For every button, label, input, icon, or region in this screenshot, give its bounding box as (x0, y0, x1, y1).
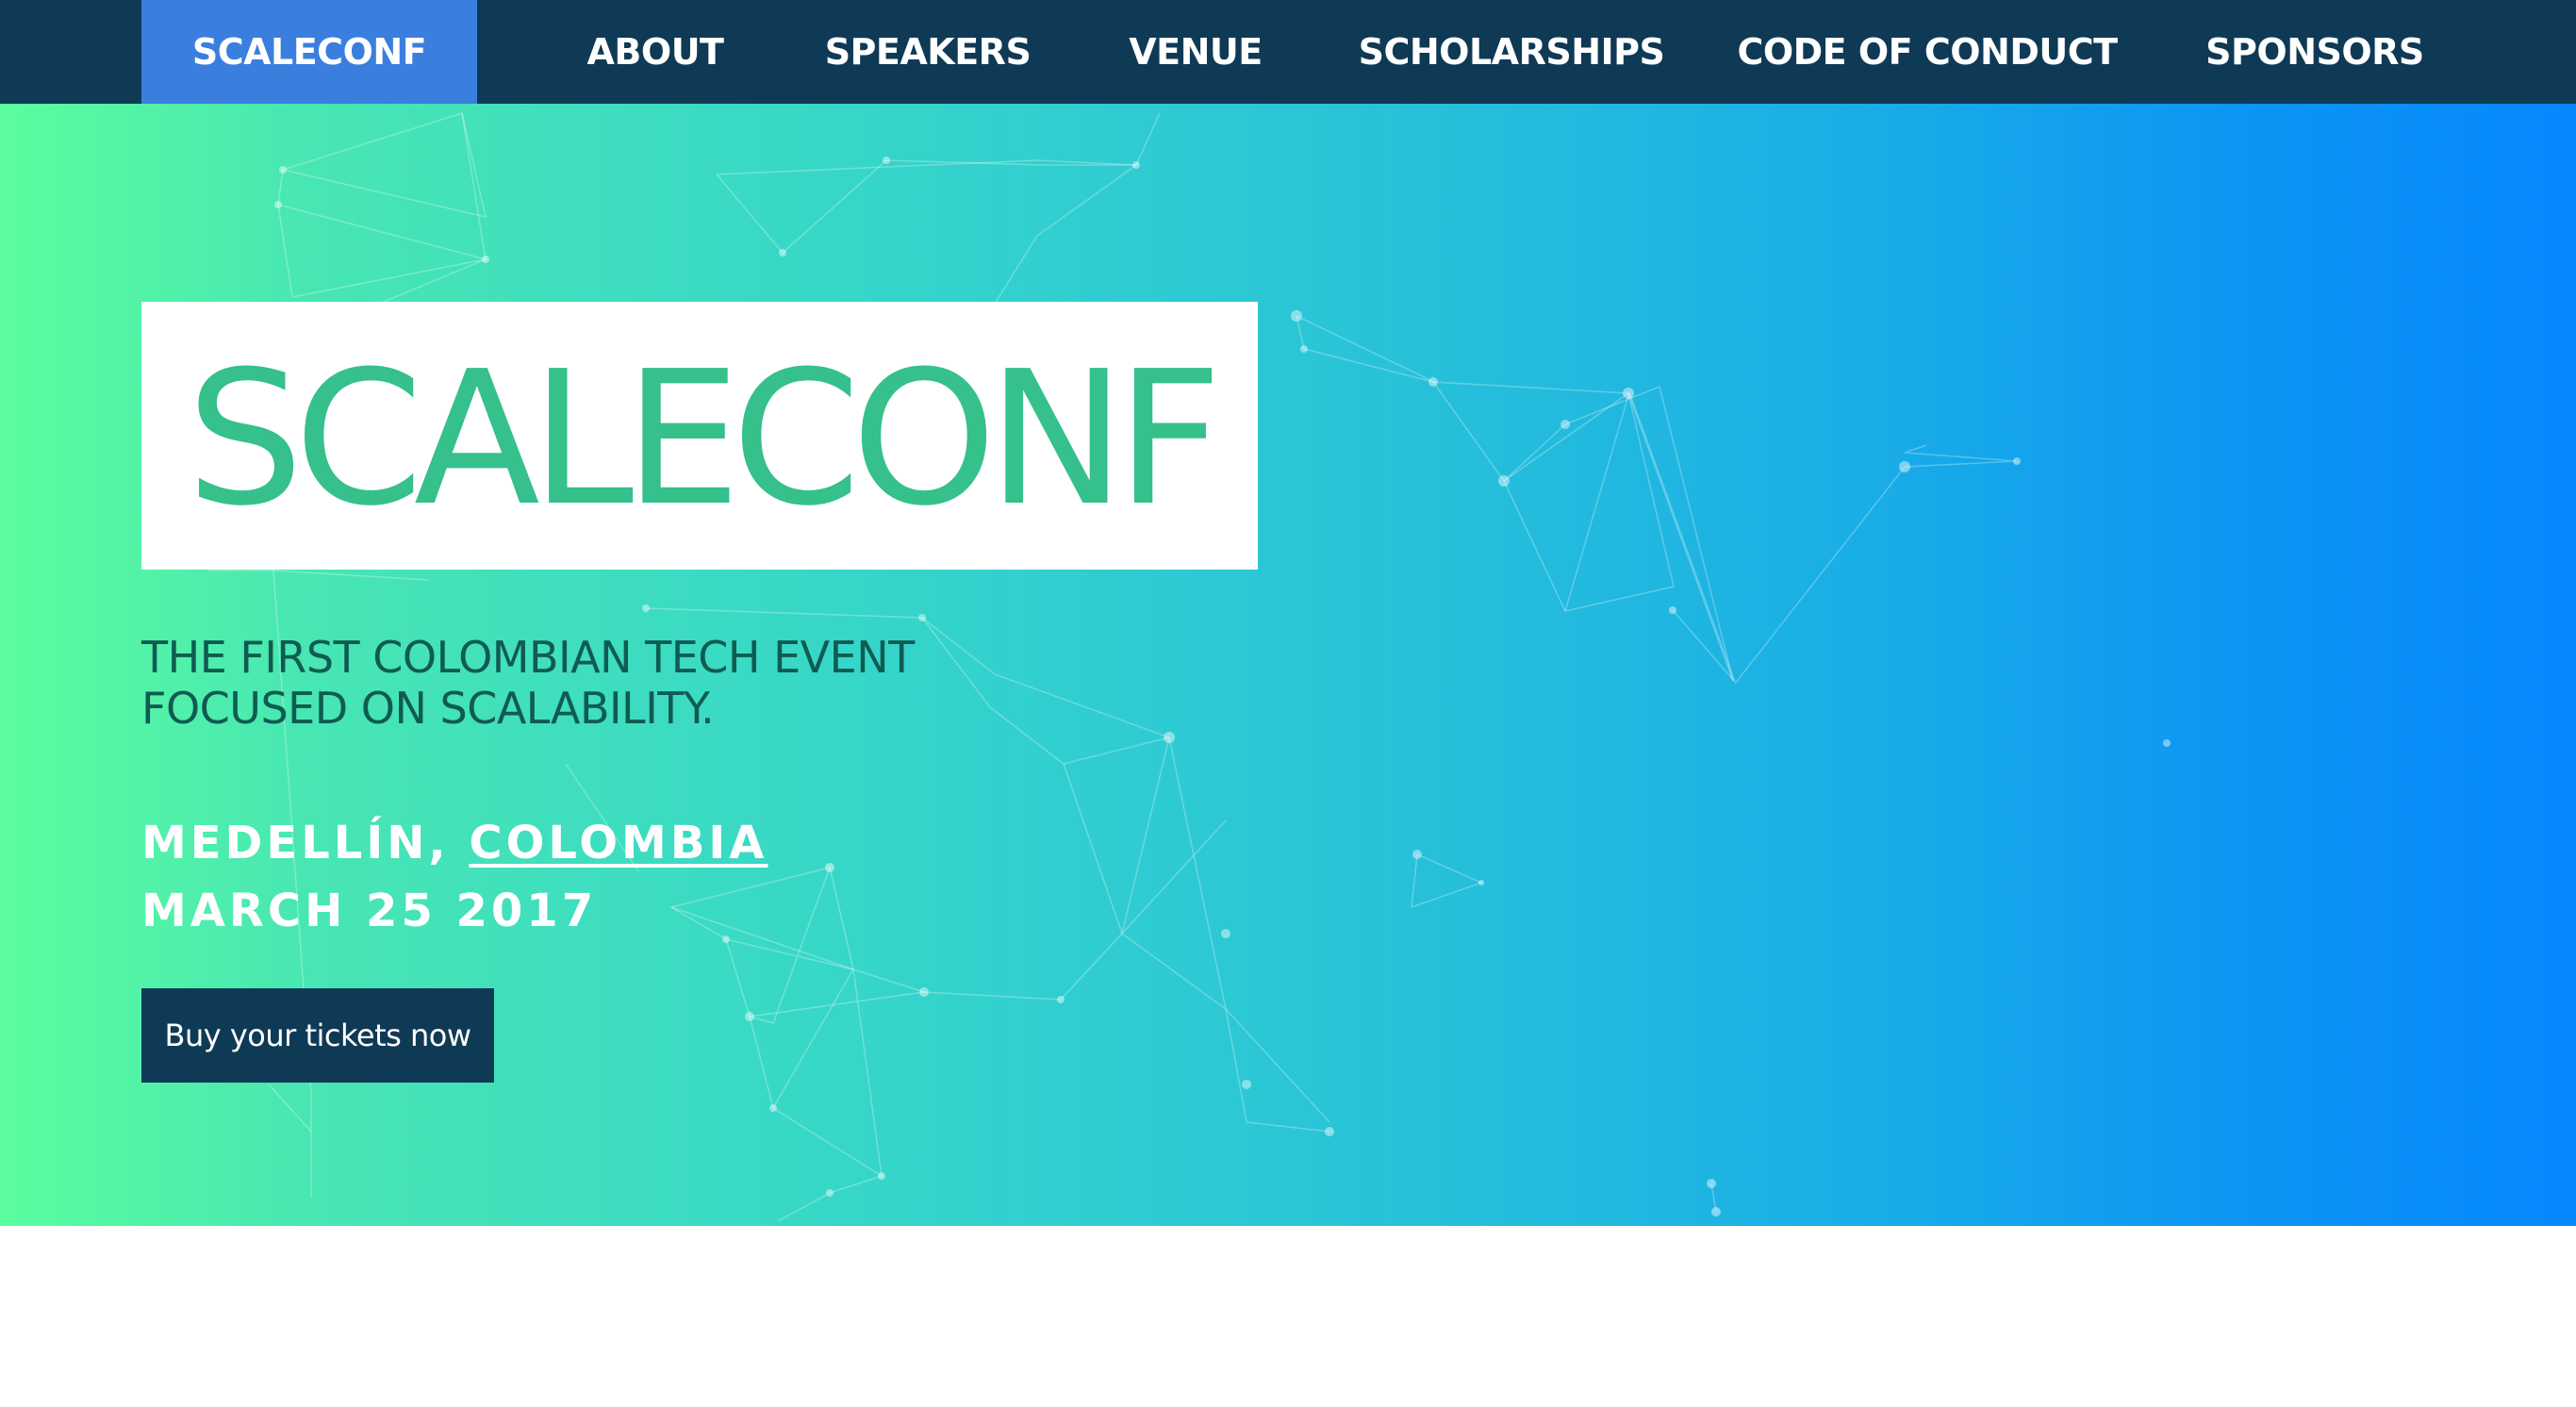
below-hero-area (0, 1226, 2576, 1407)
country-link[interactable]: COLOMBIA (469, 817, 768, 869)
tagline-line-1: THE FIRST COLOMBIAN TECH EVENT (141, 632, 915, 683)
nav-item-venue[interactable]: VENUE (1113, 0, 1279, 104)
event-location: MEDELLÍN, COLOMBIA (141, 809, 768, 877)
event-location-date: MEDELLÍN, COLOMBIA MARCH 25 2017 (141, 809, 768, 945)
logo-card: SCALECONF (141, 302, 1258, 570)
tagline-line-2: FOCUSED ON SCALABILITY. (141, 683, 715, 734)
event-date: MARCH 25 2017 (141, 885, 598, 937)
page: SCALECONF ABOUT SPEAKERS VENUE SCHOLARSH… (0, 0, 2576, 1407)
hero-tagline: THE FIRST COLOMBIAN TECH EVENT FOCUSED O… (141, 632, 1084, 734)
nav-item-scaleconf[interactable]: SCALECONF (141, 0, 477, 104)
nav-item-code-of-conduct[interactable]: CODE OF CONDUCT (1737, 0, 2118, 104)
nav-item-scholarships[interactable]: SCHOLARSHIPS (1358, 0, 1665, 104)
buy-tickets-button[interactable]: Buy your tickets now (141, 988, 494, 1083)
logo-wordmark: SCALECONF (186, 332, 1223, 547)
nav-item-about[interactable]: ABOUT (566, 0, 745, 104)
top-navigation: SCALECONF ABOUT SPEAKERS VENUE SCHOLARSH… (0, 0, 2576, 104)
event-city: MEDELLÍN, (141, 817, 470, 869)
nav-item-speakers[interactable]: SPEAKERS (818, 0, 1037, 104)
nav-item-sponsors[interactable]: SPONSORS (2188, 0, 2442, 104)
hero-section: SCALECONF THE FIRST COLOMBIAN TECH EVENT… (0, 104, 2576, 1226)
